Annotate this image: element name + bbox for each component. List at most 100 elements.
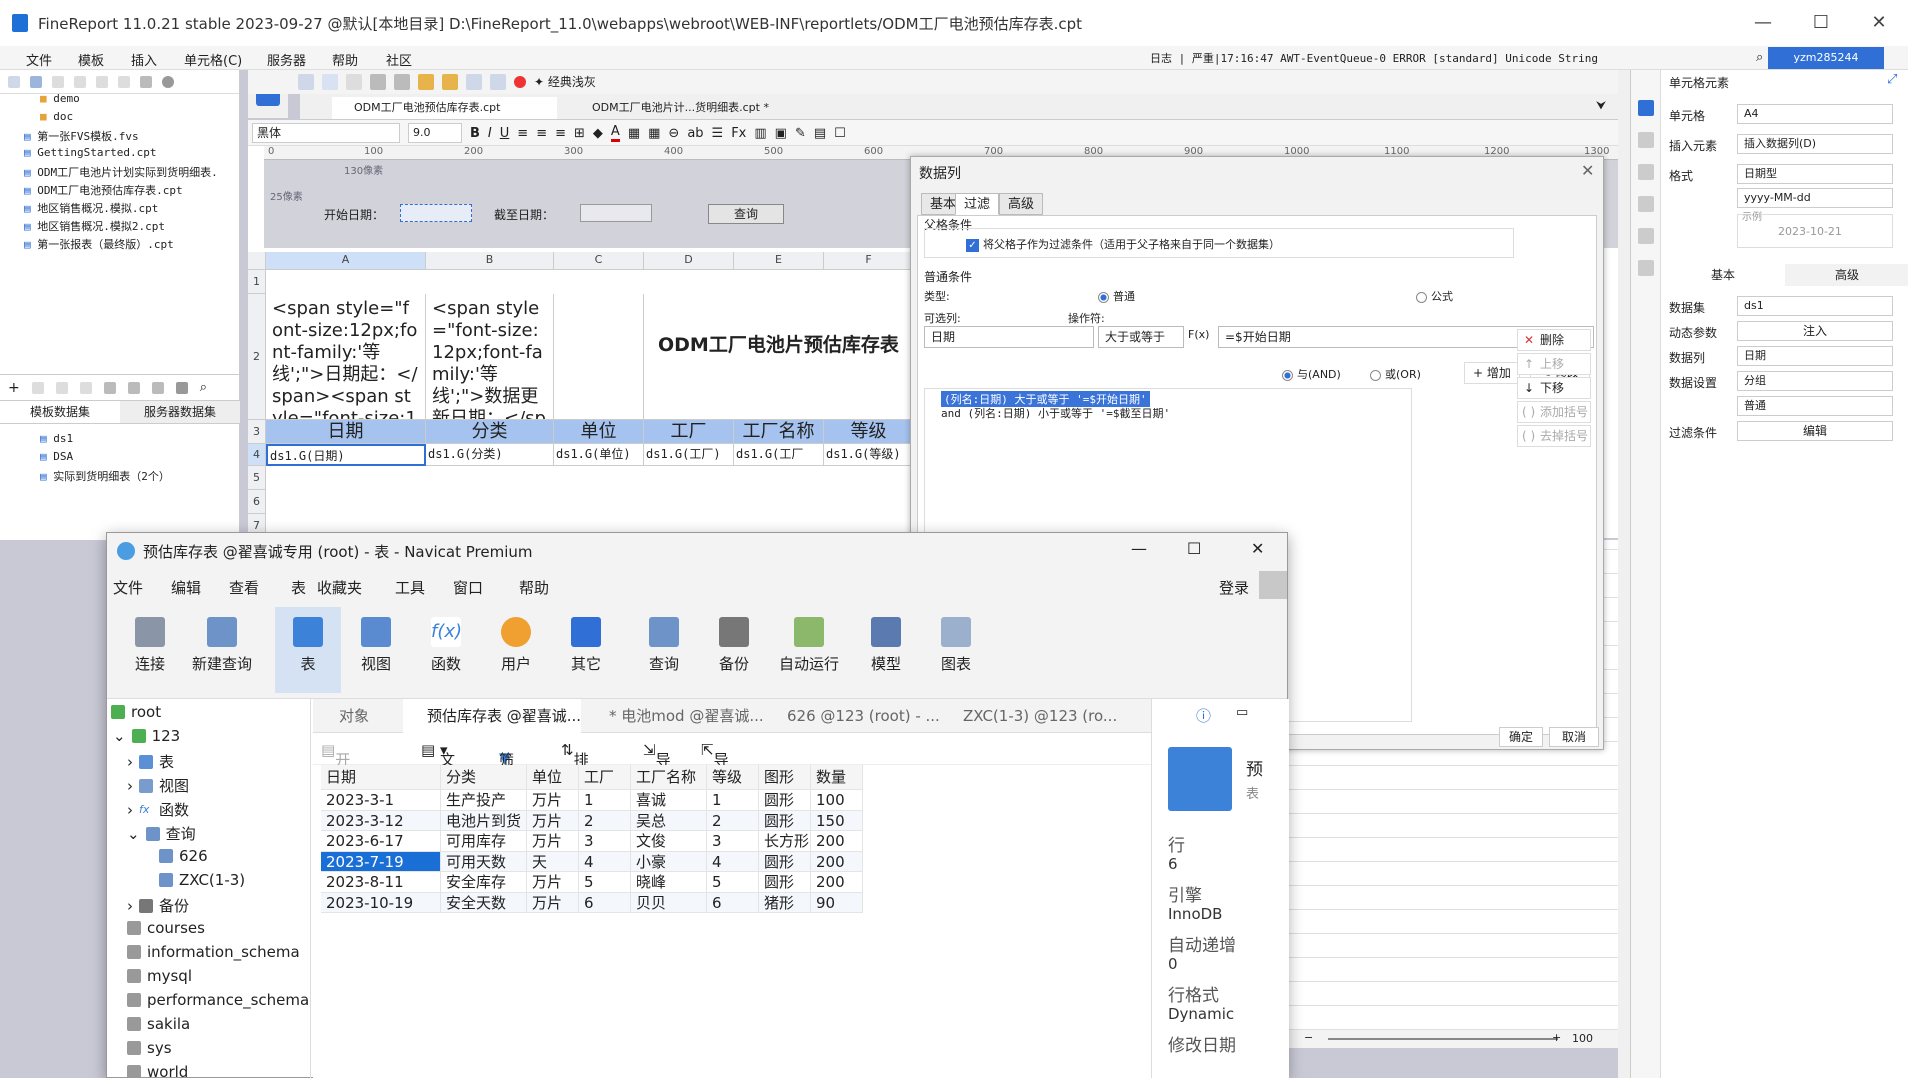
menu-community[interactable]: 社区	[386, 50, 412, 69]
end-date-widget[interactable]	[580, 204, 652, 222]
more-icon[interactable]: ☐	[834, 126, 846, 141]
table-cell[interactable]: 1	[707, 790, 759, 811]
export-button[interactable]: ⇱ 导出	[701, 741, 729, 790]
menu-insert[interactable]: 插入	[131, 50, 157, 69]
ds-cell[interactable]: ds1.G(工厂)	[644, 444, 734, 466]
table-cell[interactable]: 万片	[527, 810, 579, 831]
connect-tool[interactable]: 连接	[117, 607, 183, 693]
delete-button[interactable]: ✕ 删除	[1517, 329, 1591, 351]
tab-query-zxc[interactable]: ZXC(1-3) @123 (ro...	[939, 699, 1117, 733]
tab-objects[interactable]: 对象	[313, 699, 401, 733]
file-tab-active[interactable]: ODM工厂电池预估库存表.cpt	[332, 97, 557, 119]
column-header[interactable]: 日期	[321, 765, 441, 790]
ds-cell[interactable]: ds1.G(单位)	[554, 444, 644, 466]
menu-tools[interactable]: 工具	[395, 577, 425, 598]
hyperlink-icon[interactable]: ⊖	[668, 126, 679, 141]
column-header[interactable]: 工厂	[579, 765, 631, 790]
report-title-cell[interactable]: ODM工厂电池片预估库存表	[644, 270, 914, 420]
align-right-icon[interactable]: ≡	[555, 126, 566, 141]
zoom-value[interactable]: 100	[1572, 1032, 1593, 1045]
lock-icon[interactable]	[52, 75, 64, 88]
menu-window[interactable]: 窗口	[453, 577, 483, 598]
type-normal-radio[interactable]: 普通	[1098, 288, 1135, 304]
menu-table[interactable]: 表	[291, 577, 306, 598]
remove-bracket-button[interactable]: ( ) 去掉括号	[1517, 425, 1591, 447]
tree-item[interactable]: ▤ 第一张FVS模板.fvs	[24, 128, 139, 144]
font-size-select[interactable]: 9.0	[408, 123, 462, 143]
tree-root[interactable]: root	[111, 703, 161, 721]
format-painter-icon[interactable]	[442, 73, 458, 90]
tree-db[interactable]: sys	[127, 1039, 172, 1057]
tree-item[interactable]: ▤ 地区销售概况.模拟2.cpt	[24, 218, 165, 234]
preview-icon[interactable]	[466, 73, 482, 90]
user-badge[interactable]: yzm285244	[1768, 47, 1884, 69]
tab-menu-icon[interactable]: ⮟	[1596, 98, 1606, 113]
data-icon[interactable]	[490, 73, 506, 90]
table-cell[interactable]: 200	[811, 831, 863, 852]
tree-db[interactable]: information_schema	[127, 943, 300, 961]
edit-icon[interactable]	[31, 381, 44, 394]
menu-help[interactable]: 帮助	[519, 577, 549, 598]
close-icon[interactable]: ✕	[1581, 161, 1594, 180]
column-header[interactable]: 单位	[527, 765, 579, 790]
merge-icon[interactable]: ▦	[628, 126, 640, 141]
ok-button[interactable]: 确定	[1499, 727, 1543, 747]
server-icon[interactable]	[175, 381, 188, 394]
unmerge-icon[interactable]: ▦	[648, 126, 660, 141]
align-left-icon[interactable]: ≡	[517, 126, 528, 141]
filter-edit-button[interactable]: 编辑	[1737, 421, 1893, 441]
table-cell[interactable]: 电池片到货	[441, 810, 527, 831]
new-icon[interactable]	[8, 75, 20, 88]
font-color-icon[interactable]: A	[610, 124, 620, 142]
dataset-select[interactable]: ds1	[1737, 296, 1893, 316]
column-header[interactable]: F	[824, 252, 914, 270]
tab-server-dataset[interactable]: 服务器数据集	[120, 401, 240, 423]
table-cell[interactable]: 2023-3-1	[321, 790, 441, 811]
ddl-icon[interactable]: ▭	[1236, 705, 1248, 720]
column-header[interactable]: 分类	[441, 765, 527, 790]
pattern-select[interactable]: yyyy-MM-dd	[1737, 188, 1893, 208]
table-cell[interactable]: 5	[579, 872, 631, 893]
tab-battery-model[interactable]: * 电池mod @翟喜诚...	[585, 699, 764, 733]
redo-icon[interactable]	[346, 73, 362, 90]
tree-query-626[interactable]: 626	[159, 847, 208, 865]
tree-item[interactable]: ■ doc	[40, 110, 73, 123]
format-select[interactable]: 日期型	[1737, 164, 1893, 184]
dataset-icon[interactable]	[151, 381, 164, 394]
table-cell[interactable]: 安全库存	[441, 872, 527, 893]
table-cell[interactable]: 万片	[527, 790, 579, 811]
table-cell[interactable]: 可用库存	[441, 831, 527, 852]
menu-server[interactable]: 服务器	[267, 50, 306, 69]
tab-basic[interactable]: 基本	[1661, 264, 1785, 286]
wrap-icon[interactable]: ab	[687, 126, 703, 141]
copy-icon[interactable]	[394, 73, 410, 90]
column-header[interactable]: D	[644, 252, 734, 270]
cell-c2[interactable]	[554, 294, 644, 420]
table-cell[interactable]: 晓峰	[631, 872, 707, 893]
zoom-slider[interactable]	[1328, 1038, 1558, 1040]
table-cell[interactable]: 圆形	[759, 851, 811, 872]
tab-template-dataset[interactable]: 模板数据集	[0, 401, 120, 423]
tree-item[interactable]: ■ demo	[40, 92, 80, 105]
menu-file[interactable]: 文件	[26, 50, 52, 69]
log-status[interactable]: 日志 | 严重|17:16:47 AWT-EventQueue-0 ERROR …	[1150, 50, 1598, 66]
trash-icon[interactable]	[140, 75, 152, 88]
tab-advanced[interactable]: 高级	[1785, 264, 1908, 286]
link-icon[interactable]	[1638, 260, 1654, 276]
menu-template[interactable]: 模板	[78, 50, 104, 69]
minimize-icon[interactable]: —	[1131, 539, 1147, 558]
ds-cell[interactable]: ds1.G(等级)	[824, 444, 914, 466]
preview-icon[interactable]	[103, 381, 116, 394]
row-header[interactable]: 6	[248, 490, 266, 514]
font-select[interactable]: 黑体	[252, 123, 400, 143]
save-icon[interactable]	[298, 73, 314, 90]
tab-filter[interactable]: 过滤	[955, 193, 1000, 215]
cut-icon[interactable]	[370, 73, 386, 90]
header-cell[interactable]: 工厂	[644, 420, 734, 444]
backup-tool[interactable]: 备份	[701, 607, 767, 693]
cell-field[interactable]: A4	[1737, 104, 1893, 124]
italic-icon[interactable]: I	[488, 126, 492, 141]
copy-icon[interactable]	[118, 75, 130, 88]
table-cell[interactable]: 6	[579, 892, 631, 913]
table-cell[interactable]: 2	[579, 810, 631, 831]
